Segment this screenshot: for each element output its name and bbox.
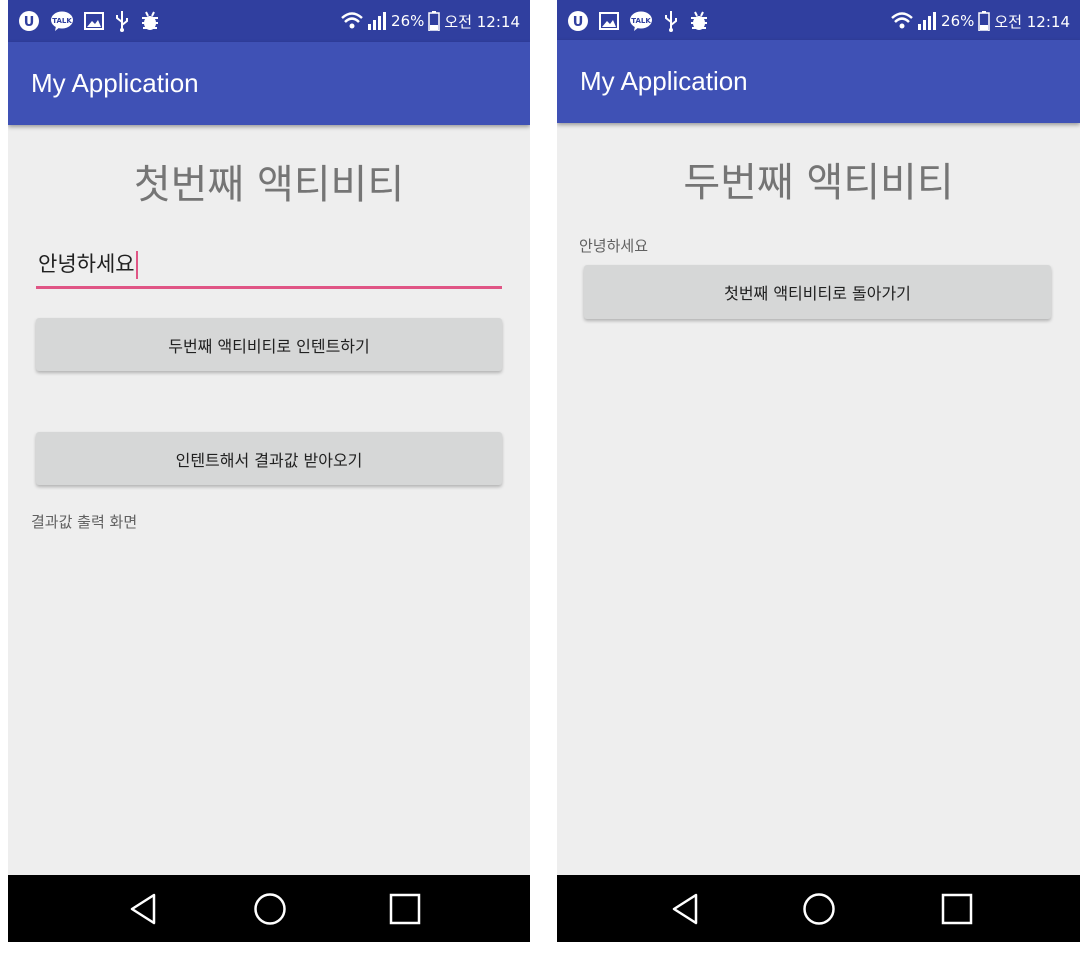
intent-button-label: 두번째 액티비티로 인텐트하기	[168, 336, 370, 356]
get-result-button[interactable]: 인텐트해서 결과값 받아오기	[36, 432, 502, 485]
recents-icon[interactable]	[937, 890, 977, 928]
status-bar: U TALK 26% 오전 12:14	[557, 0, 1080, 40]
app-title: My Application	[31, 68, 199, 98]
signal-icon	[367, 12, 387, 30]
result-button-label: 인텐트해서 결과값 받아오기	[175, 450, 363, 470]
debug-icon	[689, 10, 709, 32]
navigation-bar	[8, 875, 530, 942]
app-notification-icon: U	[567, 10, 589, 32]
back-to-first-activity-button[interactable]: 첫번째 액티비티로 돌아가기	[584, 265, 1051, 319]
gallery-icon	[84, 11, 104, 31]
second-activity-screen: U TALK 26% 오전 12:14 My Application 두번째 액…	[557, 0, 1080, 942]
message-input[interactable]: 안녕하세요	[36, 246, 502, 289]
svg-text:TALK: TALK	[52, 17, 72, 25]
wifi-icon	[341, 12, 363, 30]
back-icon[interactable]	[123, 890, 163, 928]
recents-icon[interactable]	[385, 890, 425, 928]
usb-icon	[114, 10, 130, 32]
wifi-icon	[891, 12, 913, 30]
navigation-bar	[557, 875, 1080, 942]
status-bar: U TALK 26% 오전 12:14	[8, 0, 530, 42]
back-button-label: 첫번째 액티비티로 돌아가기	[724, 284, 911, 303]
battery-percent: 26%	[941, 12, 975, 30]
app-bar: My Application	[557, 40, 1080, 123]
message-input-value: 안녕하세요	[38, 252, 135, 276]
battery-icon	[428, 11, 441, 31]
clock: 오전 12:14	[444, 12, 520, 31]
home-icon[interactable]	[799, 890, 839, 928]
activity-heading: 첫번째 액티비티	[133, 162, 405, 208]
svg-text:U: U	[573, 15, 584, 30]
usb-icon	[663, 10, 679, 32]
svg-text:U: U	[24, 15, 35, 30]
kakaotalk-icon: TALK	[50, 10, 74, 32]
app-notification-icon: U	[18, 10, 40, 32]
battery-percent: 26%	[391, 12, 425, 30]
result-output-text: 결과값 출력 화면	[31, 513, 138, 531]
signal-icon	[917, 12, 937, 30]
first-activity-screen: U TALK 26% 오전 12:14 My Application 첫번째 액…	[8, 0, 530, 942]
clock: 오전 12:14	[994, 12, 1070, 31]
kakaotalk-icon: TALK	[629, 10, 653, 32]
back-icon[interactable]	[665, 890, 705, 928]
text-caret	[135, 251, 138, 279]
intent-to-second-activity-button[interactable]: 두번째 액티비티로 인텐트하기	[36, 318, 502, 371]
app-title: My Application	[580, 66, 748, 96]
received-message-text: 안녕하세요	[579, 237, 649, 255]
home-icon[interactable]	[250, 890, 290, 928]
battery-icon	[978, 11, 991, 31]
svg-text:TALK: TALK	[631, 17, 651, 25]
debug-icon	[140, 10, 160, 32]
activity-heading: 두번째 액티비티	[683, 160, 954, 206]
gallery-icon	[599, 11, 619, 31]
app-bar: My Application	[8, 42, 530, 125]
